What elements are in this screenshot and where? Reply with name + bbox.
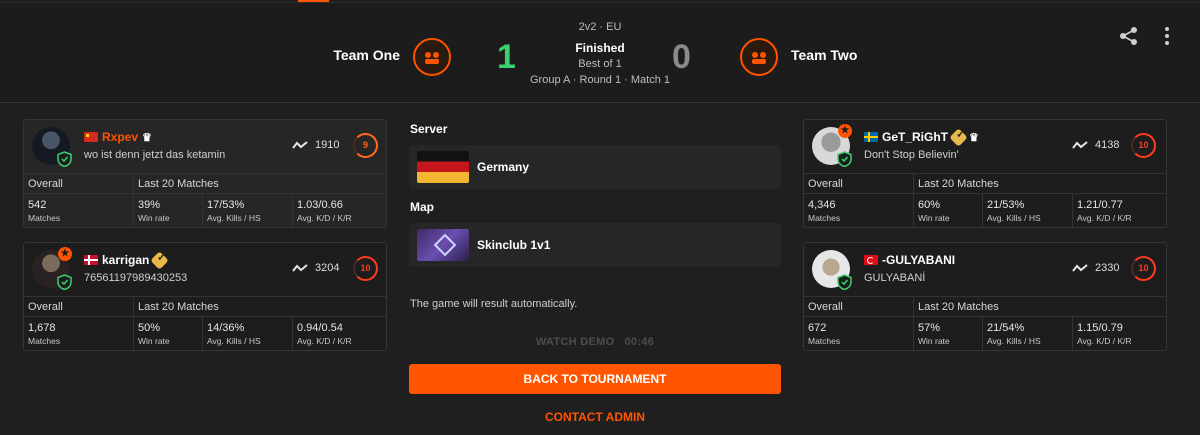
- server-selector[interactable]: Germany: [409, 145, 781, 189]
- overall-header: Overall: [804, 297, 914, 317]
- stat-kd-kr: 1.21/0.77 Avg. K/D / K/R: [1077, 199, 1132, 223]
- flag-cn-icon: [84, 132, 98, 142]
- skill-level-badge: 10: [1131, 133, 1156, 158]
- star-badge-icon: ★: [838, 124, 852, 138]
- stat-matches: 672 Matches: [804, 317, 914, 350]
- skill-level-badge: 9: [353, 133, 378, 158]
- elo-value: 4138: [1095, 139, 1120, 151]
- elo-trend-icon: [292, 141, 308, 149]
- stat-kills-hs: 21/54% Avg. Kills / HS: [983, 317, 1073, 350]
- elo-value: 1910: [315, 139, 340, 151]
- elo-trend-icon: [292, 264, 308, 272]
- match-header: 2v2 · EU Finished Best of 1 Group A · Ro…: [0, 3, 1200, 103]
- server-name: Germany: [477, 160, 530, 174]
- stat-winrate: 60% Win rate: [914, 194, 983, 227]
- stat-kills-hs: 21/53% Avg. Kills / HS: [983, 194, 1073, 227]
- flag-dk-icon: [84, 255, 98, 265]
- stat-winrate: 57% Win rate: [914, 317, 983, 350]
- player-card-get-right[interactable]: ★ GeT_RiGhT ♛ Don't Stop Believin' 4138 …: [803, 119, 1167, 228]
- team-one-logo-icon[interactable]: [413, 38, 451, 76]
- player-card-rxpev[interactable]: Rxpev ♛ wo ist denn jetzt das ketamin 19…: [23, 119, 387, 228]
- stat-matches: 542 Matches: [24, 194, 134, 227]
- shield-icon: [57, 151, 72, 167]
- shield-icon: [837, 274, 852, 290]
- back-to-tournament-button[interactable]: BACK TO TOURNAMENT: [409, 364, 781, 394]
- flag-se-icon: [864, 132, 878, 142]
- stat-kills-hs: 17/53% Avg. Kills / HS: [203, 194, 293, 227]
- player-nickname[interactable]: Rxpev: [102, 130, 138, 144]
- overall-header: Overall: [24, 297, 134, 317]
- player-nickname[interactable]: -GULYABANI: [882, 253, 955, 267]
- stat-matches: 4,346 Matches: [804, 194, 914, 227]
- player-card-karrigan[interactable]: ★ karrigan 76561197989430253 3204 10 Ove…: [23, 242, 387, 351]
- share-icon[interactable]: [1118, 25, 1140, 47]
- stat-kd-kr: 1.15/0.79 Avg. K/D / K/R: [1077, 322, 1132, 346]
- crown-icon: ♛: [969, 131, 979, 144]
- player-nickname[interactable]: GeT_RiGhT: [882, 130, 948, 144]
- last20-header: Last 20 Matches: [914, 174, 1166, 194]
- stat-matches: 1,678 Matches: [24, 317, 134, 350]
- player-card-gulyabani[interactable]: -GULYABANI GULYABANİ 2330 10 Overall Las…: [803, 242, 1167, 351]
- team-one-score: 1: [497, 38, 516, 76]
- team-two-score: 0: [672, 38, 691, 76]
- last20-header: Last 20 Matches: [134, 297, 386, 317]
- germany-flag-icon: [417, 151, 469, 183]
- crown-icon: ♛: [142, 131, 152, 144]
- player-subtitle: 76561197989430253: [84, 272, 188, 284]
- player-subtitle: wo ist denn jetzt das ketamin: [84, 149, 226, 161]
- team-one-name[interactable]: Team One: [333, 47, 400, 63]
- skill-level-badge: 10: [1131, 256, 1156, 281]
- team-two-logo-icon[interactable]: [740, 38, 778, 76]
- player-nickname[interactable]: karrigan: [102, 253, 149, 267]
- shield-icon: [837, 151, 852, 167]
- elo-value: 2330: [1095, 262, 1120, 274]
- match-round: Group A · Round 1 · Match 1: [529, 74, 671, 86]
- map-thumbnail: [417, 229, 469, 261]
- star-badge-icon: ★: [58, 247, 72, 261]
- server-title: Server: [410, 122, 448, 136]
- match-mode: 2v2 · EU: [578, 21, 622, 33]
- skill-level-badge: 10: [353, 256, 378, 281]
- player-subtitle: Don't Stop Believin': [864, 149, 959, 161]
- overall-header: Overall: [24, 174, 134, 194]
- player-subtitle: GULYABANİ: [864, 272, 926, 284]
- overall-header: Overall: [804, 174, 914, 194]
- stat-winrate: 50% Win rate: [134, 317, 203, 350]
- elo-value: 3204: [315, 262, 340, 274]
- watch-demo-button[interactable]: WATCH DEMO 00:46: [409, 336, 781, 348]
- map-title: Map: [410, 200, 434, 214]
- last20-header: Last 20 Matches: [134, 174, 386, 194]
- map-name: Skinclub 1v1: [477, 238, 551, 252]
- flag-tr-icon: [864, 255, 878, 265]
- auto-result-text: The game will result automatically.: [410, 298, 578, 310]
- match-status: Finished: [575, 41, 625, 55]
- elo-trend-icon: [1072, 141, 1088, 149]
- more-vertical-icon[interactable]: [1159, 25, 1175, 47]
- shield-icon: [57, 274, 72, 290]
- stat-winrate: 39% Win rate: [134, 194, 203, 227]
- stat-kd-kr: 0.94/0.54 Avg. K/D / K/R: [297, 322, 352, 346]
- best-of: Best of 1: [578, 58, 622, 70]
- last20-header: Last 20 Matches: [914, 297, 1166, 317]
- stat-kd-kr: 1.03/0.66 Avg. K/D / K/R: [297, 199, 352, 223]
- contact-admin-link[interactable]: CONTACT ADMIN: [409, 410, 781, 424]
- verified-icon: [949, 127, 968, 147]
- team-two-name[interactable]: Team Two: [791, 47, 857, 63]
- map-selector[interactable]: Skinclub 1v1: [409, 223, 781, 267]
- verified-icon: [150, 250, 170, 270]
- elo-trend-icon: [1072, 264, 1088, 272]
- stat-kills-hs: 14/36% Avg. Kills / HS: [203, 317, 293, 350]
